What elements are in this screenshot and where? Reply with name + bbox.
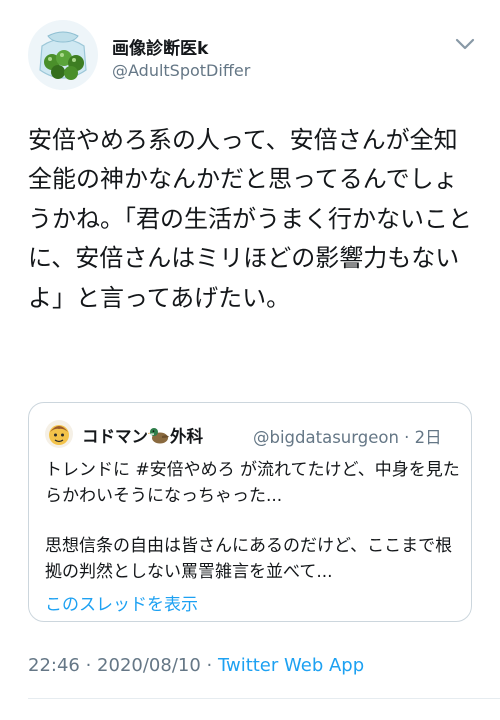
quoted-tweet[interactable]: コドマン 外科 @bigdatasurgeon · 2日 トレンドに #安倍やめ… [28, 402, 472, 622]
tweet-timestamp[interactable]: 22:46 · 2020/08/10 · [28, 655, 218, 676]
jar-of-green-balls-icon[interactable] [28, 20, 98, 90]
quoted-name-before: コドマン [82, 427, 148, 446]
quoted-name-after: 外科 [170, 427, 203, 446]
quoted-paragraph-2: 思想信条の自由は皆さんにあるのだけど、ここまで根拠の判然としない罵詈雑言を並べて… [45, 536, 453, 582]
user-handle[interactable]: @AdultSpotDiffer [112, 61, 250, 80]
quoted-handle-time: @bigdatasurgeon · 2日 [253, 428, 442, 447]
show-thread-link[interactable]: このスレッドを表示 [45, 590, 198, 615]
tweet-text: 安倍やめろ系の人って、安倍さんが全知全能の神かなんかだと思ってるんでしょうかね。… [28, 126, 472, 312]
source-app-link[interactable]: Twitter Web App [218, 655, 364, 676]
chevron-down-icon[interactable] [454, 36, 476, 52]
quoted-display-name: コドマン 外科 [82, 423, 203, 447]
quoted-paragraph-1: トレンドに #安倍やめろ が流れてたけど、中身を見たらかわいそうになっちゃった.… [45, 460, 460, 506]
divider [28, 698, 500, 699]
display-name[interactable]: 画像診断医k [112, 34, 208, 59]
tweet-header: 画像診断医k @AdultSpotDiffer [0, 0, 500, 110]
cartoon-avatar-icon [45, 420, 73, 448]
duck-icon [148, 428, 169, 444]
tweet-meta: 22:46 · 2020/08/10 · Twitter Web App [28, 655, 364, 676]
